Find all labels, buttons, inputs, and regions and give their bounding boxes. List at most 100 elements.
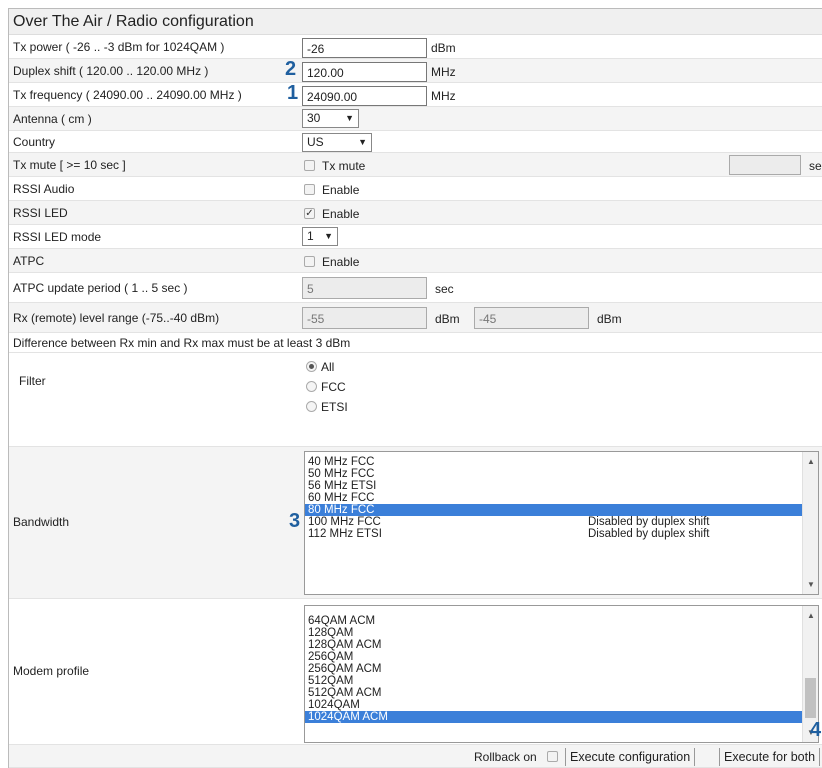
modem-profile-label: Modem profile — [13, 664, 90, 678]
duplex-shift-unit: MHz — [431, 65, 456, 79]
filter-option-fcc: FCC — [321, 380, 346, 394]
rx-range-label: Rx (remote) level range (-75..-40 dBm) — [13, 311, 220, 325]
tx-mute-checkbox-label: Tx mute — [322, 159, 366, 173]
rssi-led-mode-label: RSSI LED mode — [13, 230, 102, 244]
tx-mute-unit: se — [809, 159, 822, 173]
execute-for-both-button[interactable]: Execute for both — [719, 748, 821, 766]
modem-option-text: 1024QAM — [308, 699, 360, 711]
scroll-down-icon[interactable]: ▼ — [807, 580, 815, 589]
bandwidth-option-selected[interactable]: 80 MHz FCC — [305, 504, 818, 516]
modem-option[interactable]: 64QAM ACM — [305, 615, 818, 627]
rssi-led-label: RSSI LED — [13, 206, 68, 220]
bandwidth-option-text: 56 MHz ETSI — [308, 480, 377, 492]
callout-3: 3 — [289, 510, 301, 532]
tx-power-input[interactable]: -26 — [302, 38, 427, 58]
modem-option[interactable]: 128QAM ACM — [305, 639, 818, 651]
filter-option-all: All — [321, 360, 335, 374]
bandwidth-option-text: 40 MHz FCC — [308, 456, 375, 468]
rx-max-unit: dBm — [597, 312, 622, 326]
bandwidth-option-note: Disabled by duplex shift — [588, 516, 710, 528]
chevron-down-icon: ▼ — [345, 113, 354, 123]
tx-mute-label: Tx mute [ >= 10 sec ] — [13, 158, 126, 172]
rx-note-row: Difference between Rx min and Rx max mus… — [9, 333, 822, 353]
bandwidth-option-text: 60 MHz FCC — [308, 492, 375, 504]
tx-mute-duration-input[interactable] — [729, 155, 801, 175]
modem-option[interactable]: 512QAM ACM — [305, 687, 818, 699]
atpc-period-unit: sec — [435, 282, 454, 296]
duplex-shift-input[interactable]: 120.00 — [302, 62, 427, 82]
tx-frequency-label: Tx frequency ( 24090.00 .. 24090.00 MHz … — [13, 88, 242, 102]
bandwidth-option[interactable]: 40 MHz FCC — [305, 456, 818, 468]
bandwidth-option-note: Disabled by duplex shift — [588, 528, 710, 540]
bandwidth-option-text: 80 MHz FCC — [308, 504, 375, 516]
bandwidth-option-text: 100 MHz FCC — [308, 516, 381, 528]
modem-option[interactable]: 128QAM — [305, 627, 818, 639]
antenna-row: Antenna ( cm ) 30 ▼ — [9, 107, 822, 131]
modem-option-text: 512QAM ACM — [308, 687, 382, 699]
bandwidth-option[interactable]: 60 MHz FCC — [305, 492, 818, 504]
chevron-down-icon: ▼ — [324, 231, 333, 241]
rssi-led-mode-row: RSSI LED mode 1 ▼ — [9, 225, 822, 249]
bandwidth-option-text: 112 MHz ETSI — [308, 528, 382, 540]
modem-option[interactable]: 1024QAM — [305, 699, 818, 711]
country-label: Country — [13, 135, 56, 149]
bandwidth-listbox[interactable]: 40 MHz FCC 50 MHz FCC 56 MHz ETSI 60 MHz… — [304, 451, 819, 595]
filter-label: Filter — [19, 374, 46, 388]
bandwidth-option[interactable]: 50 MHz FCC — [305, 468, 818, 480]
duplex-shift-label: Duplex shift ( 120.00 .. 120.00 MHz ) — [13, 64, 209, 78]
scroll-up-icon[interactable]: ▲ — [807, 611, 815, 620]
atpc-checkbox[interactable] — [304, 256, 315, 267]
callout-1: 1 — [287, 82, 299, 104]
tx-mute-checkbox[interactable] — [304, 160, 315, 171]
tx-mute-row: Tx mute [ >= 10 sec ] Tx mute se — [9, 153, 822, 177]
tx-frequency-input[interactable]: 24090.00 — [302, 86, 427, 106]
rx-range-row: Rx (remote) level range (-75..-40 dBm) -… — [9, 303, 822, 333]
bandwidth-option[interactable]: 100 MHz FCC Disabled by duplex shift — [305, 516, 818, 528]
chevron-down-icon: ▼ — [358, 137, 367, 147]
modem-option-text: 64QAM ACM — [308, 615, 376, 627]
filter-option-etsi: ETSI — [321, 400, 348, 414]
rssi-led-checkbox-label: Enable — [322, 207, 360, 221]
modem-option-text: 128QAM — [308, 627, 354, 639]
modem-profile-listbox[interactable]: 64QAM ACM 128QAM 128QAM ACM 256QAM 256QA… — [304, 605, 819, 743]
rx-min-input[interactable]: -55 — [302, 307, 427, 329]
modem-option-selected[interactable]: 1024QAM ACM — [305, 711, 818, 723]
callout-4: 4 — [810, 719, 822, 741]
modem-option-text: 256QAM ACM — [308, 663, 382, 675]
antenna-select[interactable]: 30 ▼ — [302, 109, 359, 128]
scroll-up-icon[interactable]: ▲ — [807, 457, 815, 466]
rx-max-input[interactable]: -45 — [474, 307, 589, 329]
tx-power-label: Tx power ( -26 .. -3 dBm for 1024QAM ) — [13, 40, 225, 54]
rollback-label: Rollback on — [474, 750, 537, 764]
bandwidth-option[interactable]: 56 MHz ETSI — [305, 480, 818, 492]
callout-2: 2 — [285, 58, 297, 80]
rssi-led-mode-select[interactable]: 1 ▼ — [302, 227, 338, 246]
scroll-thumb[interactable] — [805, 678, 816, 718]
atpc-row: ATPC Enable — [9, 249, 822, 273]
filter-radio-fcc[interactable] — [306, 381, 317, 392]
rollback-checkbox[interactable] — [547, 751, 558, 762]
modem-option-text: 256QAM — [308, 651, 354, 663]
footer-row: Rollback on Execute configuration Execut… — [9, 745, 822, 768]
bandwidth-scrollbar[interactable]: ▲ ▼ — [802, 452, 818, 594]
modem-option[interactable]: 512QAM — [305, 675, 818, 687]
atpc-period-input[interactable]: 5 — [302, 277, 427, 299]
execute-configuration-button[interactable]: Execute configuration — [565, 748, 696, 766]
country-value: US — [307, 135, 324, 149]
bandwidth-option[interactable]: 112 MHz ETSI Disabled by duplex shift — [305, 528, 818, 540]
modem-option[interactable]: 256QAM ACM — [305, 663, 818, 675]
tx-power-row: Tx power ( -26 .. -3 dBm for 1024QAM ) -… — [9, 35, 822, 59]
country-select[interactable]: US ▼ — [302, 133, 372, 152]
atpc-checkbox-label: Enable — [322, 255, 360, 269]
duplex-shift-row: Duplex shift ( 120.00 .. 120.00 MHz ) 2 … — [9, 58, 822, 83]
modem-option[interactable]: 256QAM — [305, 651, 818, 663]
rx-min-unit: dBm — [435, 312, 460, 326]
filter-radio-all[interactable] — [306, 361, 317, 372]
modem-option-text: 1024QAM ACM — [308, 711, 388, 723]
country-row: Country US ▼ — [9, 131, 822, 153]
filter-radio-etsi[interactable] — [306, 401, 317, 412]
rssi-audio-checkbox[interactable] — [304, 184, 315, 195]
rssi-audio-row: RSSI Audio Enable — [9, 177, 822, 201]
rssi-led-checkbox[interactable]: ✓ — [304, 208, 315, 219]
antenna-label: Antenna ( cm ) — [13, 112, 92, 126]
